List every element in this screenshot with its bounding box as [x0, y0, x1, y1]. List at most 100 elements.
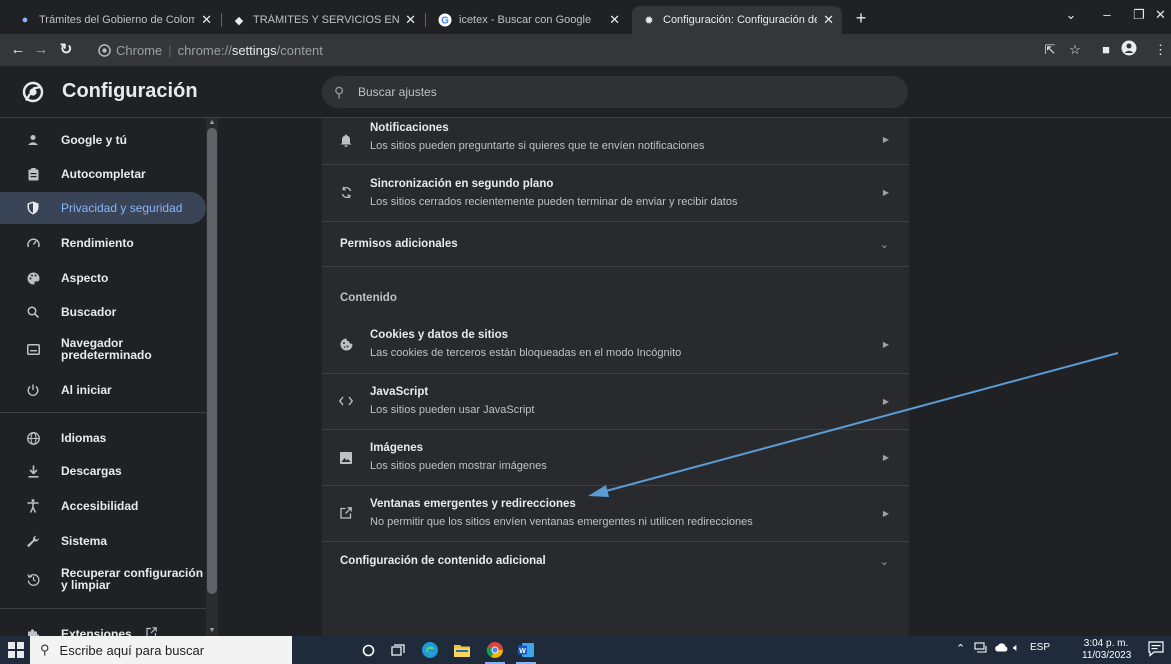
omnibox-url: chrome://settings/content: [177, 42, 323, 58]
sidebar-item-google-y-tu[interactable]: Google y tú: [0, 132, 206, 148]
arrow-right-icon: ▶: [882, 397, 889, 406]
tab-close-icon[interactable]: ✕: [201, 12, 212, 28]
setting-row-sincronizacion[interactable]: Sincronización en segundo plano Los siti…: [322, 165, 909, 222]
setting-description: No permitir que los sitios envíen ventan…: [370, 516, 753, 528]
tab-close-icon[interactable]: ✕: [823, 12, 834, 28]
clock-time: 3:04 p. m.: [1083, 638, 1129, 649]
sidebar-item-aspecto[interactable]: Aspecto: [0, 270, 206, 286]
tab-search-chevron-icon[interactable]: ⌄: [1056, 4, 1086, 26]
taskbar-search-box[interactable]: ⚲: [30, 636, 292, 664]
shield-icon: [26, 200, 40, 216]
edge-browser-icon[interactable]: [418, 639, 442, 661]
sidebar-item-sistema[interactable]: Sistema: [0, 533, 206, 549]
sidebar-item-label: Autocompletar: [61, 167, 146, 181]
setting-row-imagenes[interactable]: Imágenes Los sitios pueden mostrar imáge…: [322, 430, 909, 486]
task-view-icon[interactable]: [386, 639, 410, 661]
close-window-icon[interactable]: ✕: [1150, 4, 1171, 26]
search-icon: ⚲: [40, 642, 50, 657]
scroll-up-arrow-icon[interactable]: ▲: [206, 118, 218, 128]
setting-row-cookies[interactable]: Cookies y datos de sitios Las cookies de…: [322, 317, 909, 374]
menu-kebab-icon[interactable]: ⋮: [1150, 40, 1171, 60]
side-panel-icon[interactable]: ■: [1096, 40, 1116, 60]
volume-icon[interactable]: 🔈︎: [1013, 642, 1020, 655]
language-indicator[interactable]: ESP: [1030, 642, 1050, 653]
tab-close-icon[interactable]: ✕: [405, 12, 416, 28]
share-icon[interactable]: ⇱: [1040, 40, 1060, 60]
network-icon[interactable]: [974, 642, 988, 657]
section-toggle-title: Configuración de contenido adicional: [340, 555, 546, 567]
tab-strip: ● Trámites del Gobierno de Colombi ✕ ◆ T…: [0, 0, 1171, 34]
download-icon: [26, 463, 40, 479]
tab-icetex-google[interactable]: G icetex - Buscar con Google ✕: [428, 6, 628, 34]
chrome-taskbar-icon[interactable]: [483, 639, 507, 664]
arrow-right-icon: ▶: [882, 453, 889, 462]
setting-title: JavaScript: [370, 386, 429, 398]
sidebar-item-accesibilidad[interactable]: Accesibilidad: [0, 498, 206, 514]
sidebar-item-label: Extensiones: [61, 627, 132, 636]
cookie-icon: [338, 338, 354, 354]
new-tab-button[interactable]: +: [850, 8, 872, 30]
tab-configuracion[interactable]: ✹ Configuración: Configuración de ✕: [632, 6, 842, 34]
svg-text:G: G: [441, 16, 449, 27]
tab-close-icon[interactable]: ✕: [609, 12, 620, 28]
windows-start-icon[interactable]: [8, 642, 24, 658]
speedometer-icon: [26, 235, 40, 251]
search-icon: [26, 304, 40, 320]
sidebar-item-extensiones[interactable]: Extensiones: [0, 626, 206, 636]
scroll-thumb[interactable]: [207, 128, 217, 594]
sidebar-item-descargas[interactable]: Descargas: [0, 463, 206, 479]
setting-row-notificaciones[interactable]: Notificaciones Los sitios pueden pregunt…: [322, 118, 909, 165]
settings-header: Configuración ⚲: [0, 66, 1171, 118]
reload-icon[interactable]: ↻: [56, 40, 76, 60]
sidebar-item-label: Descargas: [61, 464, 122, 478]
taskbar-clock[interactable]: 3:04 p. m. 11/03/2023: [1082, 638, 1131, 662]
scroll-down-arrow-icon[interactable]: ▼: [206, 626, 218, 636]
sidebar-item-label: Sistema: [61, 534, 108, 548]
sidebar-scrollbar[interactable]: ▲ ▼: [206, 118, 218, 636]
tab-tramites-servicios[interactable]: ◆ TRÁMITES Y SERVICIOS EN LINEA ✕: [222, 6, 424, 34]
gov-favicon-icon: ●: [21, 14, 29, 26]
chat-favicon-icon: ◆: [234, 14, 244, 27]
onedrive-cloud-icon[interactable]: [994, 642, 1009, 655]
profile-avatar-icon[interactable]: [1119, 40, 1139, 60]
forward-arrow-icon[interactable]: →: [31, 40, 51, 60]
setting-title: Imágenes: [370, 442, 424, 454]
section-header-contenido: Contenido: [322, 267, 909, 315]
bookmark-star-icon[interactable]: ☆: [1065, 40, 1085, 60]
tab-title: Trámites del Gobierno de Colombi: [39, 14, 196, 26]
sidebar-item-navegador-predeterminado[interactable]: Navegador predeterminado: [0, 336, 206, 362]
site-name: Chrome: [116, 42, 163, 58]
word-taskbar-icon[interactable]: W: [514, 639, 538, 664]
arrow-right-icon: ▶: [882, 340, 889, 349]
sidebar-item-recuperar-configuracion[interactable]: Recuperar configuración y limpiar: [0, 566, 206, 592]
taskbar-search-input[interactable]: [59, 642, 280, 658]
setting-row-javascript[interactable]: JavaScript Los sitios pueden usar JavaSc…: [322, 374, 909, 430]
setting-row-ventanas-emergentes[interactable]: Ventanas emergentes y redirecciones No p…: [322, 486, 909, 542]
tray-overflow-chevron-icon[interactable]: ⌃: [956, 642, 965, 655]
sidebar-item-privacidad[interactable]: Privacidad y seguridad: [0, 192, 206, 224]
arrow-right-icon: ▶: [882, 509, 889, 518]
setting-description: Los sitios pueden mostrar imágenes: [370, 460, 547, 472]
code-icon: [338, 394, 354, 410]
setting-title: Sincronización en segundo plano: [370, 178, 554, 190]
settings-search-input[interactable]: [358, 85, 878, 99]
file-explorer-icon[interactable]: [450, 639, 474, 661]
sidebar-item-idiomas[interactable]: Idiomas: [0, 430, 206, 446]
back-arrow-icon[interactable]: ←: [8, 40, 28, 60]
setting-row-contenido-adicional[interactable]: Configuración de contenido adicional ⌄: [322, 542, 909, 586]
sidebar-item-buscador[interactable]: Buscador: [0, 304, 206, 320]
arrow-right-icon: ▶: [882, 135, 889, 144]
browser-toolbar: ← → ↻ Chrome | chrome://settings/content…: [0, 34, 1171, 66]
cortana-icon[interactable]: [356, 639, 380, 661]
sidebar-item-autocompletar[interactable]: Autocompletar: [0, 166, 206, 182]
tab-tramites-gobierno[interactable]: ● Trámites del Gobierno de Colombi ✕: [8, 6, 220, 34]
settings-logo-icon: [22, 81, 44, 103]
sidebar-item-rendimiento[interactable]: Rendimiento: [0, 235, 206, 251]
sidebar-item-al-iniciar[interactable]: Al iniciar: [0, 382, 206, 398]
settings-gear-icon: ✹: [644, 14, 654, 27]
omnibox[interactable]: Chrome | chrome://settings/content: [98, 39, 323, 61]
minimize-icon[interactable]: –: [1092, 4, 1122, 26]
setting-row-permisos-adicionales[interactable]: Permisos adicionales ⌄: [322, 222, 909, 267]
settings-search-box[interactable]: ⚲: [322, 76, 908, 108]
notification-center-icon[interactable]: [1148, 641, 1164, 660]
